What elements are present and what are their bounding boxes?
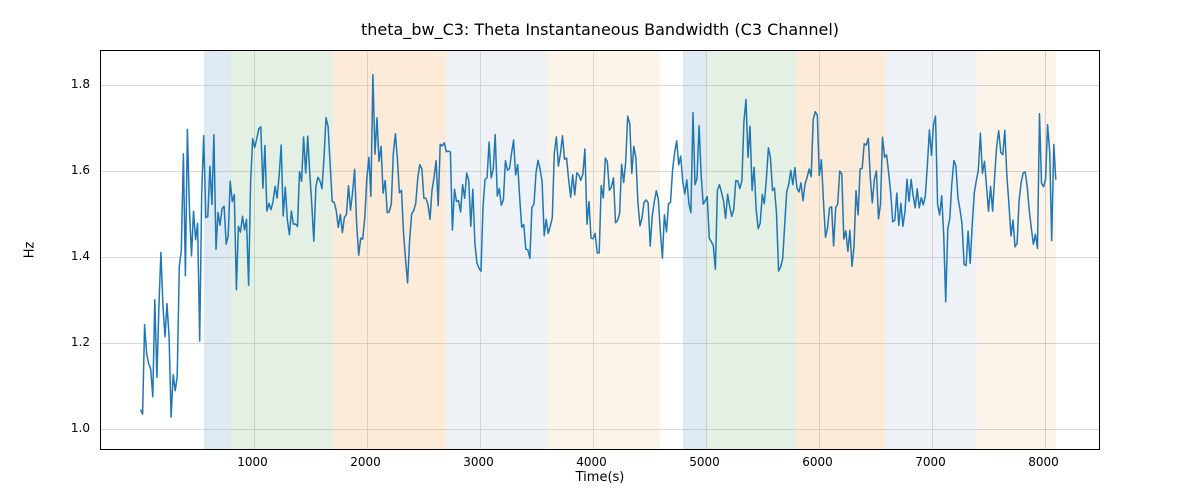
y-tick-label: 1.6 [71, 163, 90, 177]
line-series [101, 51, 1100, 450]
x-tick-label: 7000 [915, 455, 946, 469]
y-tick-label: 1.4 [71, 249, 90, 263]
x-tick-label: 2000 [350, 455, 381, 469]
y-tick-label: 1.2 [71, 335, 90, 349]
figure: theta_bw_C3: Theta Instantaneous Bandwid… [0, 0, 1200, 500]
plot-area [100, 50, 1100, 450]
y-tick-label: 1.0 [71, 421, 90, 435]
x-tick-label: 6000 [802, 455, 833, 469]
x-tick-label: 3000 [463, 455, 494, 469]
x-axis-label: Time(s) [576, 470, 625, 485]
y-axis-label: Hz [23, 242, 38, 259]
chart-title: theta_bw_C3: Theta Instantaneous Bandwid… [0, 20, 1200, 39]
x-tick-label: 8000 [1028, 455, 1059, 469]
y-tick-label: 1.8 [71, 77, 90, 91]
x-tick-label: 4000 [576, 455, 607, 469]
x-tick-label: 1000 [237, 455, 268, 469]
x-tick-label: 5000 [689, 455, 720, 469]
